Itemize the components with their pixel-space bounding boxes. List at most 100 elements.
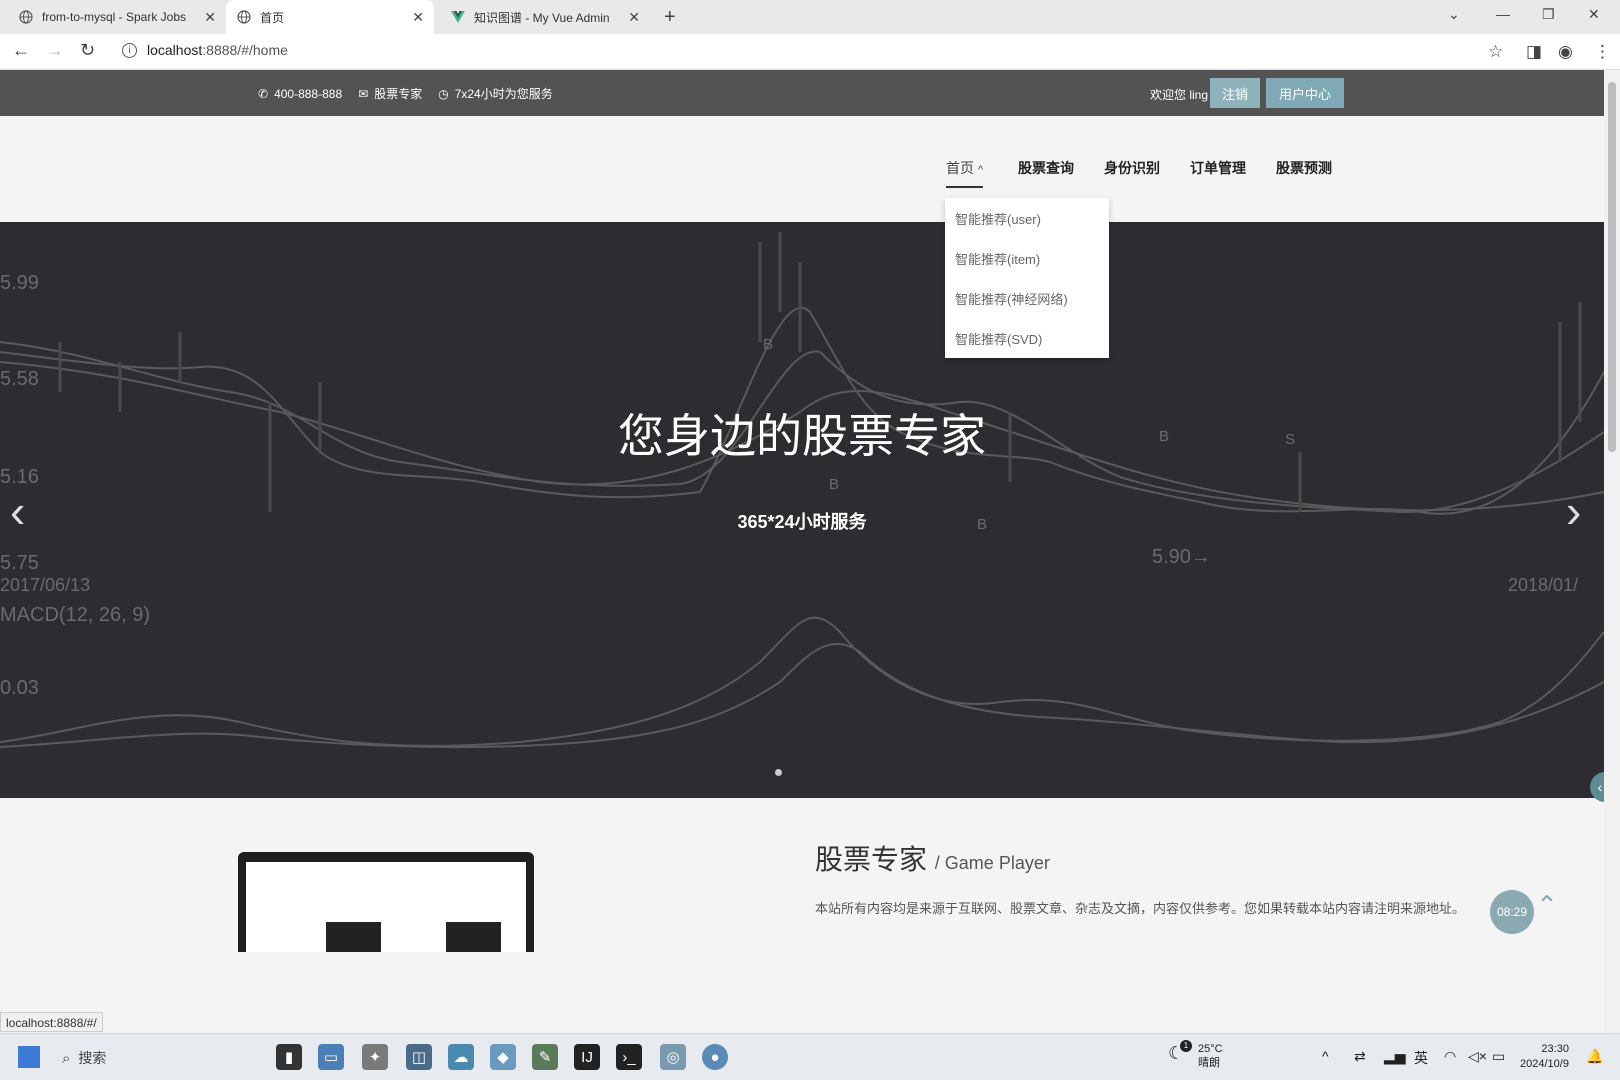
chart-price-label: 5.58 [0,368,39,390]
page-scrollbar[interactable] [1604,70,1620,1033]
system-clock[interactable]: 23:30 2024/10/9 [1520,1042,1569,1072]
menu-icon[interactable]: ⋮ [1594,42,1611,62]
browser-tab-spark[interactable]: from-to-mysql - Spark Jobs ✕ [8,0,226,34]
file-explorer-icon[interactable]: ▭ [318,1044,344,1070]
hero-title: 您身边的股票专家 [618,410,986,462]
cloud-icon[interactable]: ☁ [448,1044,474,1070]
language-indicator[interactable]: 英 [1414,1048,1428,1068]
web-page: ✆ 400-888-888 ✉ 股票专家 ◷ 7x24小时为您服务 欢迎您 li… [0,70,1604,1033]
top-info-bar: ✆ 400-888-888 ✉ 股票专家 ◷ 7x24小时为您服务 欢迎您 li… [0,70,1604,116]
nav-item-forecast[interactable]: 股票预测 [1276,158,1332,178]
url-host: localhost [147,42,203,58]
status-url: localhost:8888/#/ [0,1012,103,1032]
weather-badge: 1 [1180,1040,1192,1052]
chevron-up-icon[interactable]: ^ [1322,1048,1329,1064]
chart-buy-marker: B [763,336,774,353]
laptop-screen [246,862,526,952]
sidebar-icon[interactable]: ◨ [1526,42,1542,62]
back-to-top-icon[interactable]: ⌃ [1536,890,1558,921]
chevron-right-icon[interactable]: › [1566,484,1581,538]
url-field[interactable]: i localhost:8888/#/home [122,42,288,58]
dropdown-item-user[interactable]: 智能推荐(user) [945,198,1109,238]
wifi-icon[interactable]: ◠ [1444,1048,1456,1065]
terminal-icon[interactable]: ›_ [616,1044,642,1070]
logout-button[interactable]: 注销 [1210,78,1260,108]
close-icon[interactable]: ✕ [628,9,640,26]
chart-price-marker: 5.90→ [1152,546,1211,568]
close-window-icon[interactable]: ✕ [1588,6,1600,23]
notification-icon[interactable]: 🔔 [1586,1048,1603,1065]
chart-date-label: 2018/01/ [1508,575,1579,595]
chevron-left-icon[interactable]: ‹ [10,484,25,538]
network-adapter-icon[interactable]: ⇄ [1354,1048,1366,1065]
close-icon[interactable]: ✕ [204,9,216,26]
star-icon[interactable]: ☆ [1488,42,1503,62]
hero-carousel: 5.99 5.58 5.16 5.75 2017/06/13 MACD(12, … [0,222,1604,798]
close-icon[interactable]: ✕ [412,9,424,26]
chart-value-label: 0.03 [0,677,39,699]
back-icon[interactable]: ← [12,40,30,61]
dropdown-item-svd[interactable]: 智能推荐(SVD) [945,318,1109,358]
chevron-down-icon[interactable]: ⌄ [1448,6,1460,23]
service-hours: 7x24小时为您服务 [454,87,553,101]
hero-subtitle: 365*24小时服务 [737,512,867,532]
dropdown-item-item[interactable]: 智能推荐(item) [945,238,1109,278]
about-title-text: 股票专家 [815,844,928,875]
taskbar-search[interactable]: ⌕ 搜索 [62,1043,262,1073]
restore-icon[interactable]: ❐ [1542,6,1555,23]
info-icon[interactable]: i [122,42,137,58]
battery-icon[interactable]: ▭ [1492,1048,1505,1065]
user-center-button[interactable]: 用户中心 [1266,78,1344,108]
browser-tab-knowledge-graph[interactable]: 知识图谱 - My Vue Admin ✕ [440,0,650,34]
app-icon[interactable]: ✎ [532,1044,558,1070]
chart-buy-marker: B [829,476,840,493]
nav-item-stock-query[interactable]: 股票查询 [1018,158,1074,178]
weather-desc: 晴朗 [1198,1057,1220,1069]
chart-price-label: 5.99 [0,272,39,294]
globe-icon [18,9,34,25]
search-icon: ⌕ [62,1049,71,1067]
phone-number: 400-888-888 [274,86,343,101]
scrollbar-thumb[interactable] [1608,82,1616,452]
about-subtitle: / Game Player [934,853,1050,873]
taskbar-search-label: 搜索 [78,1050,107,1066]
clock-time: 23:30 [1541,1043,1569,1055]
nav-item-orders[interactable]: 订单管理 [1190,158,1246,178]
chrome-icon[interactable]: ● [702,1044,728,1070]
app-icon[interactable]: ◎ [660,1044,686,1070]
time-badge: 08:29 [1490,890,1534,934]
email-label: 股票专家 [374,87,423,101]
reload-icon[interactable]: ↻ [80,40,95,61]
mute-icon[interactable]: ◁× [1468,1048,1487,1065]
chevron-up-icon: ^ [978,164,984,176]
tab-title: 首页 [260,10,285,25]
clock-icon: ◷ [438,86,449,101]
carousel-indicator[interactable] [775,769,782,776]
app-icon[interactable]: ✦ [362,1044,388,1070]
nav-item-identity[interactable]: 身份识别 [1104,158,1160,178]
globe-icon [236,9,252,25]
minimize-icon[interactable]: — [1496,6,1510,22]
clock-date: 2024/10/9 [1520,1058,1569,1070]
app-icon[interactable]: ◆ [490,1044,516,1070]
main-nav: 首页 ^ 股票查询 身份识别 订单管理 股票预测 [0,116,1604,222]
browser-tab-bar: from-to-mysql - Spark Jobs ✕ 首页 ✕ 知识图谱 -… [0,0,1620,34]
new-tab-icon[interactable]: + [664,6,676,29]
chart-date-label: 2017/06/13 [0,575,91,595]
nav-item-home[interactable]: 首页 ^ [946,158,984,188]
weather-widget[interactable]: ☾ 1 25°C 晴朗 [1168,1040,1223,1070]
intellij-icon[interactable]: IJ [574,1044,600,1070]
task-view-icon[interactable]: ▮ [276,1044,302,1070]
address-bar: ← → ↻ i localhost:8888/#/home ☆ ◨ ◉ ⋮ [0,34,1620,70]
url-path: :8888/#/home [202,42,288,58]
app-icon[interactable]: ◫ [406,1044,432,1070]
browser-tab-home[interactable]: 首页 ✕ [226,0,434,34]
signal-icon[interactable]: ▂▅ [1384,1048,1406,1065]
tab-title: from-to-mysql - Spark Jobs [42,10,187,24]
profile-icon[interactable]: ◉ [1558,42,1573,62]
contact-info: ✆ 400-888-888 ✉ 股票专家 ◷ 7x24小时为您服务 [258,85,553,102]
forward-icon[interactable]: → [46,40,64,61]
dropdown-item-neural[interactable]: 智能推荐(神经网络) [945,278,1109,318]
about-title: 股票专家 / Game Player [815,838,1050,878]
start-icon[interactable] [18,1046,40,1068]
